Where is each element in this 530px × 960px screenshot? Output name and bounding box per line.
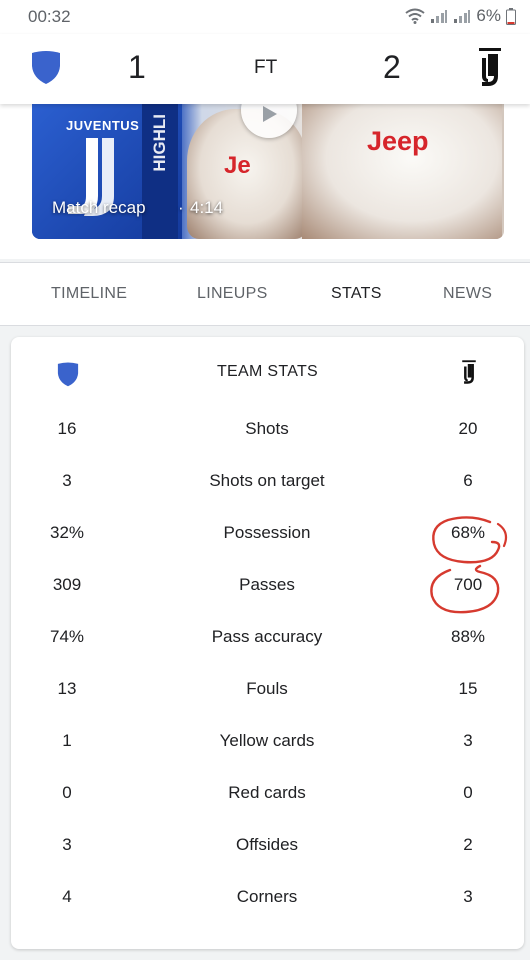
juventus-logo-icon — [462, 360, 476, 384]
stat-away-value: 700 — [453, 575, 483, 594]
status-icons: 6% — [405, 6, 516, 26]
stat-label: Corners — [236, 887, 298, 906]
video-label: Match recap — [52, 198, 146, 217]
stat-home-value: 309 — [52, 575, 82, 594]
stat-row-shots: 16 Shots 20 — [11, 415, 524, 445]
match-status: FT — [254, 57, 278, 78]
stat-away-value: 68% — [450, 523, 486, 542]
stat-home-value: 32% — [49, 523, 85, 542]
stat-row-pass-accuracy: 74% Pass accuracy 88% — [11, 623, 524, 653]
stat-row-yellow-cards: 1 Yellow cards 3 — [11, 727, 524, 757]
video-separator: · — [178, 198, 184, 217]
stat-row-possession: 32% Possession 68% — [11, 519, 524, 549]
stat-home-value: 16 — [57, 419, 77, 438]
stat-away-value: 3 — [463, 731, 473, 750]
status-time: 00:32 — [28, 7, 71, 26]
tab-stats[interactable]: STATS — [331, 285, 382, 303]
stat-label: Fouls — [246, 679, 288, 698]
stat-row-red-cards: 0 Red cards 0 — [11, 779, 524, 809]
battery-icon — [506, 7, 516, 25]
stat-home-value: 1 — [62, 731, 72, 750]
stat-label: Passes — [239, 575, 295, 594]
stat-label: Yellow cards — [219, 731, 315, 750]
stat-row-corners: 4 Corners 3 — [11, 883, 524, 913]
juventus-logo-icon[interactable] — [477, 46, 503, 88]
team-stats-title: TEAM STATS — [216, 363, 319, 380]
stat-away-value: 0 — [463, 783, 473, 802]
tab-bar: TIMELINE LINEUPS STATS NEWS — [0, 262, 530, 326]
stat-label: Possession — [223, 523, 311, 542]
tab-news[interactable]: NEWS — [443, 285, 492, 303]
sponsor-partial-text: Je — [224, 152, 251, 179]
stat-row-fouls: 13 Fouls 15 — [11, 675, 524, 705]
status-bar: 00:32 6% — [0, 0, 530, 34]
stat-away-value: 88% — [450, 627, 486, 646]
stat-away-value: 20 — [458, 419, 478, 438]
stat-home-value: 4 — [62, 887, 72, 906]
stat-row-passes: 309 Passes 700 — [11, 571, 524, 601]
stat-label: Offsides — [235, 835, 299, 854]
stat-row-shots-on-target: 3 Shots on target 6 — [11, 467, 524, 497]
stat-home-value: 74% — [49, 627, 85, 646]
stat-home-value: 13 — [57, 679, 77, 698]
stat-home-value: 3 — [62, 835, 72, 854]
scoreboard: 1 FT 2 — [0, 34, 530, 104]
tab-lineups[interactable]: LINEUPS — [197, 285, 268, 303]
stat-row-offsides: 3 Offsides 2 — [11, 831, 524, 861]
stat-label: Shots — [245, 419, 289, 438]
away-score: 2 — [383, 49, 401, 85]
stat-away-value: 2 — [463, 835, 473, 854]
shield-icon[interactable] — [30, 49, 62, 85]
video-brand-text: JUVENTUS — [66, 118, 140, 133]
play-icon — [263, 106, 277, 122]
sponsor-text: Jeep — [367, 126, 429, 156]
stat-away-value: 15 — [458, 679, 478, 698]
player-image-right — [302, 104, 502, 239]
signal-icon — [431, 10, 448, 23]
stat-label: Pass accuracy — [211, 627, 323, 646]
video-section: JUVENTUS HIGHLI Je Jeep Match recap · 4:… — [0, 104, 530, 259]
stat-label: Shots on target — [209, 471, 325, 490]
signal-icon-2 — [454, 10, 471, 23]
team-stats-card: TEAM STATS 16 Shots 20 3 Shots on target… — [11, 337, 524, 949]
tab-timeline[interactable]: TIMELINE — [51, 285, 127, 303]
home-score: 1 — [128, 49, 146, 85]
stat-home-value: 3 — [62, 471, 72, 490]
video-side-text: HIGHLI — [150, 114, 169, 172]
video-duration: 4:14 — [190, 198, 224, 217]
stat-away-value: 3 — [463, 887, 473, 906]
stat-label: Red cards — [228, 783, 306, 802]
stat-home-value: 0 — [62, 783, 72, 802]
stat-away-value: 6 — [463, 471, 473, 490]
battery-percent: 6% — [476, 6, 501, 25]
wifi-icon — [405, 8, 426, 24]
match-recap-video[interactable]: JUVENTUS HIGHLI Je Jeep Match recap · 4:… — [32, 104, 504, 239]
